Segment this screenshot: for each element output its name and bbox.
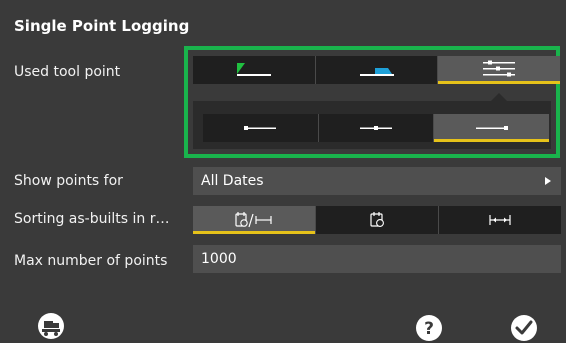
sort-option-distance[interactable]: [438, 206, 561, 234]
svg-text:?: ?: [424, 319, 434, 339]
confirm-icon[interactable]: [510, 314, 538, 342]
sub-option-center[interactable]: [317, 114, 434, 142]
dropdown-arrow-icon: [545, 177, 551, 185]
help-icon[interactable]: ?: [415, 314, 443, 342]
sort-option-date-distance[interactable]: [193, 206, 315, 234]
show-points-label: Show points for: [14, 173, 123, 189]
date-distance-icon: [235, 212, 272, 228]
sorting-label: Sorting as-builts in r…: [14, 211, 170, 227]
point-right-icon: [475, 126, 508, 130]
machine-icon[interactable]: [36, 312, 66, 340]
point-left-icon: [244, 126, 277, 130]
multi-point-tool-icon: [483, 60, 516, 77]
point-center-icon: [360, 126, 392, 130]
date-icon: [370, 212, 384, 227]
distance-icon: [489, 215, 511, 225]
tool-point-option-bucket[interactable]: [314, 56, 438, 84]
tool-point-option-multi[interactable]: [437, 56, 561, 84]
tool-point-selector: [193, 56, 561, 84]
sub-option-right[interactable]: [433, 114, 550, 142]
used-tool-point-label: Used tool point: [14, 64, 121, 80]
sort-option-date[interactable]: [315, 206, 438, 234]
max-points-input[interactable]: 1000: [193, 245, 561, 273]
bucket-edge-tool-icon: [359, 68, 394, 76]
max-points-label: Max number of points: [14, 253, 168, 269]
sub-option-left[interactable]: [203, 114, 318, 142]
edge-left-tool-icon: [236, 63, 271, 76]
max-points-value: 1000: [201, 251, 237, 267]
show-points-value: All Dates: [201, 173, 264, 189]
tool-point-sub-selector: [203, 114, 550, 142]
page-title: Single Point Logging: [14, 17, 190, 35]
sorting-selector: [193, 206, 561, 234]
tool-point-option-edge[interactable]: [193, 56, 315, 84]
show-points-dropdown[interactable]: All Dates: [193, 167, 561, 195]
